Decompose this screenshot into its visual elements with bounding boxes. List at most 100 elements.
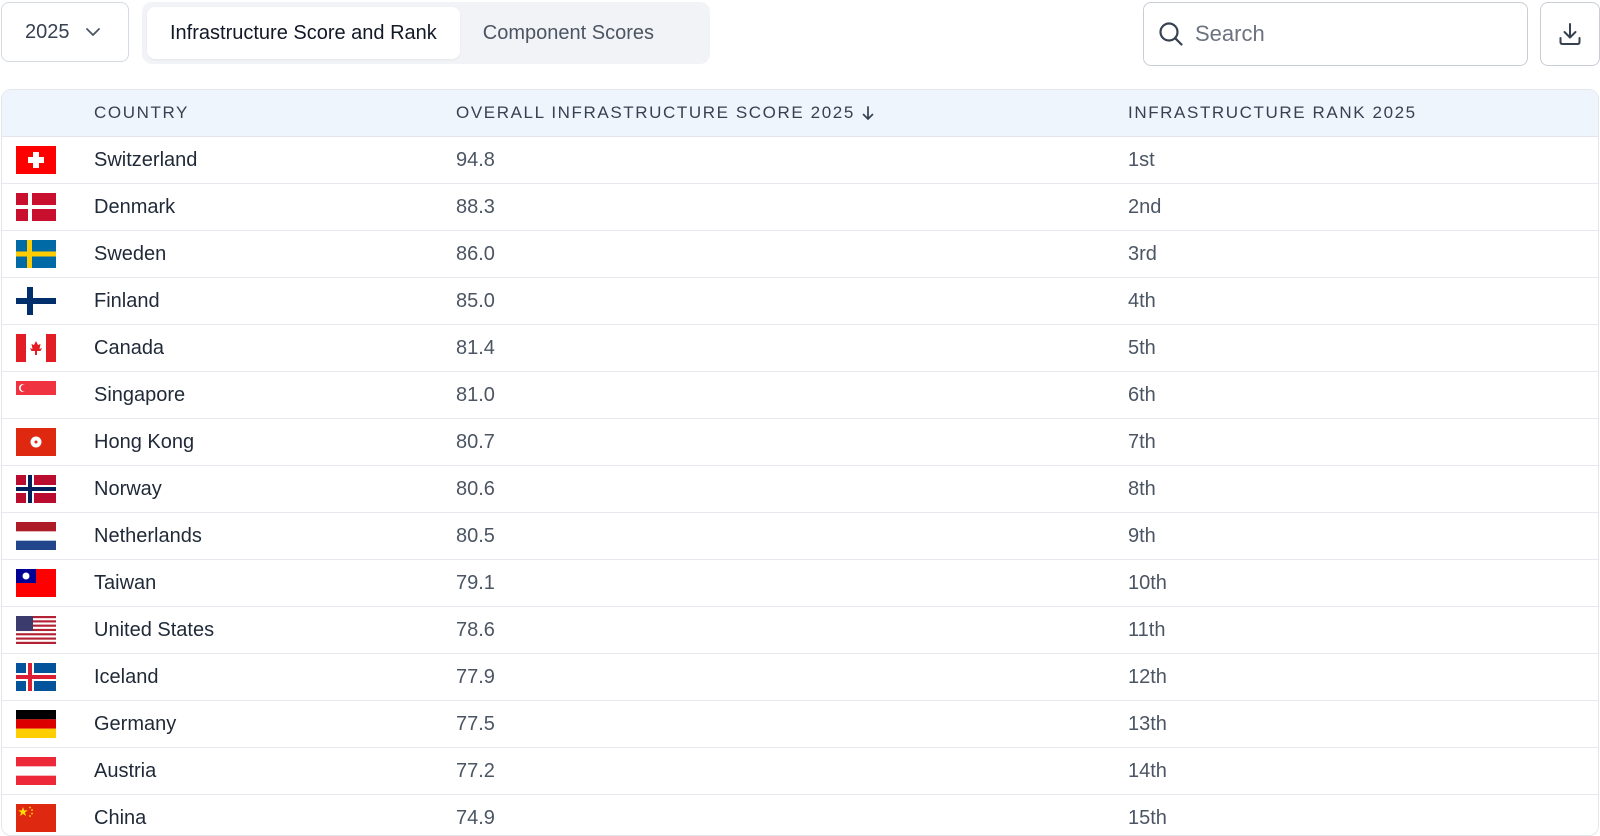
rank-cell: 15th [1128,806,1167,829]
table-row[interactable]: Sweden 86.0 3rd [2,231,1598,278]
score-cell: 80.5 [456,524,495,547]
flag-cell [2,522,94,550]
sort-arrow-down-icon [862,106,874,120]
table-row[interactable]: Denmark 88.3 2nd [2,184,1598,231]
rank-cell: 1st [1128,148,1155,171]
sweden-flag-icon [16,240,56,268]
table-row[interactable]: China 74.9 15th [2,795,1598,835]
country-cell: Canada [94,336,165,359]
flag-cell [2,804,94,832]
flag-cell [2,334,94,362]
search-box[interactable] [1143,2,1528,66]
rank-cell: 5th [1128,336,1156,359]
country-cell: Denmark [94,195,176,218]
flag-cell [2,757,94,785]
ranking-table: COUNTRY OVERALL INFRASTRUCTURE SCORE 202… [1,89,1599,836]
tab-component-scores[interactable]: Component Scores [460,7,677,59]
flag-cell [2,663,94,691]
download-button[interactable] [1540,2,1600,66]
table-row[interactable]: Switzerland 94.8 1st [2,137,1598,184]
flag-cell [2,193,94,221]
country-cell: Switzerland [94,148,198,171]
country-cell: Sweden [94,242,167,265]
rank-cell: 10th [1128,571,1167,594]
score-cell: 77.9 [456,665,495,688]
canada-flag-icon [16,334,56,362]
table-row[interactable]: Canada 81.4 5th [2,325,1598,372]
score-cell: 86.0 [456,242,495,265]
toolbar: 2025 Infrastructure Score and Rank Compo… [0,0,1600,80]
united-states-flag-icon [16,616,56,644]
rank-cell: 6th [1128,383,1156,406]
tab-infrastructure-score-and-rank[interactable]: Infrastructure Score and Rank [147,7,460,59]
rank-cell: 9th [1128,524,1156,547]
score-cell: 88.3 [456,195,495,218]
flag-cell [2,569,94,597]
table-row[interactable]: Netherlands 80.5 9th [2,513,1598,560]
flag-cell [2,146,94,174]
rank-cell: 3rd [1128,242,1157,265]
table-row[interactable]: Germany 77.5 13th [2,701,1598,748]
score-column-header[interactable]: OVERALL INFRASTRUCTURE SCORE 2025 [456,103,1128,123]
table-row[interactable]: Finland 85.0 4th [2,278,1598,325]
score-cell: 77.5 [456,712,495,735]
table-row[interactable]: Singapore 81.0 6th [2,372,1598,419]
score-cell: 85.0 [456,289,495,312]
country-column-header[interactable]: COUNTRY [94,103,456,123]
country-cell: Germany [94,712,177,735]
austria-flag-icon [16,757,56,785]
rank-column-header[interactable]: INFRASTRUCTURE RANK 2025 [1128,103,1598,123]
table-row[interactable]: Hong Kong 80.7 7th [2,419,1598,466]
country-cell: Finland [94,289,160,312]
chevron-down-icon [85,28,100,36]
rank-cell: 4th [1128,289,1156,312]
country-cell: Austria [94,759,157,782]
rank-cell: 8th [1128,477,1156,500]
country-cell: Norway [94,477,162,500]
china-flag-icon [16,804,56,832]
iceland-flag-icon [16,663,56,691]
flag-cell [2,381,94,409]
rank-cell: 7th [1128,430,1156,453]
table-body: Switzerland 94.8 1st Denmark 88.3 2nd Sweden 86… [2,137,1598,835]
score-header-label: OVERALL INFRASTRUCTURE SCORE 2025 [456,103,855,122]
score-cell: 94.8 [456,148,495,171]
rank-cell: 13th [1128,712,1167,735]
flag-cell [2,616,94,644]
table-row[interactable]: United States 78.6 11th [2,607,1598,654]
table-row[interactable]: Norway 80.6 8th [2,466,1598,513]
denmark-flag-icon [16,193,56,221]
search-input[interactable] [1195,21,1515,47]
singapore-flag-icon [16,381,56,409]
country-cell: Singapore [94,383,186,406]
country-cell: Iceland [94,665,159,688]
score-cell: 74.9 [456,806,495,829]
germany-flag-icon [16,710,56,738]
country-cell: Taiwan [94,571,157,594]
rank-header-label: INFRASTRUCTURE RANK 2025 [1128,103,1417,122]
table-row[interactable]: Austria 77.2 14th [2,748,1598,795]
year-select-value: 2025 [25,20,70,43]
rank-cell: 12th [1128,665,1167,688]
rank-cell: 11th [1128,618,1166,641]
score-cell: 80.7 [456,430,495,453]
country-cell: Netherlands [94,524,202,547]
table-row[interactable]: Taiwan 79.1 10th [2,560,1598,607]
country-cell: Hong Kong [94,430,195,453]
download-icon [1559,23,1581,45]
country-cell: United States [94,618,215,641]
table-row[interactable]: Iceland 77.9 12th [2,654,1598,701]
netherlands-flag-icon [16,522,56,550]
score-cell: 81.4 [456,336,495,359]
view-tabs: Infrastructure Score and Rank Component … [142,2,710,64]
score-cell: 79.1 [456,571,495,594]
year-select[interactable]: 2025 [1,2,129,62]
hong-kong-flag-icon [16,428,56,456]
country-cell: China [94,806,147,829]
taiwan-flag-icon [16,569,56,597]
finland-flag-icon [16,287,56,315]
score-cell: 78.6 [456,618,495,641]
flag-cell [2,475,94,503]
table-header: COUNTRY OVERALL INFRASTRUCTURE SCORE 202… [2,90,1598,137]
switzerland-flag-icon [16,146,56,174]
